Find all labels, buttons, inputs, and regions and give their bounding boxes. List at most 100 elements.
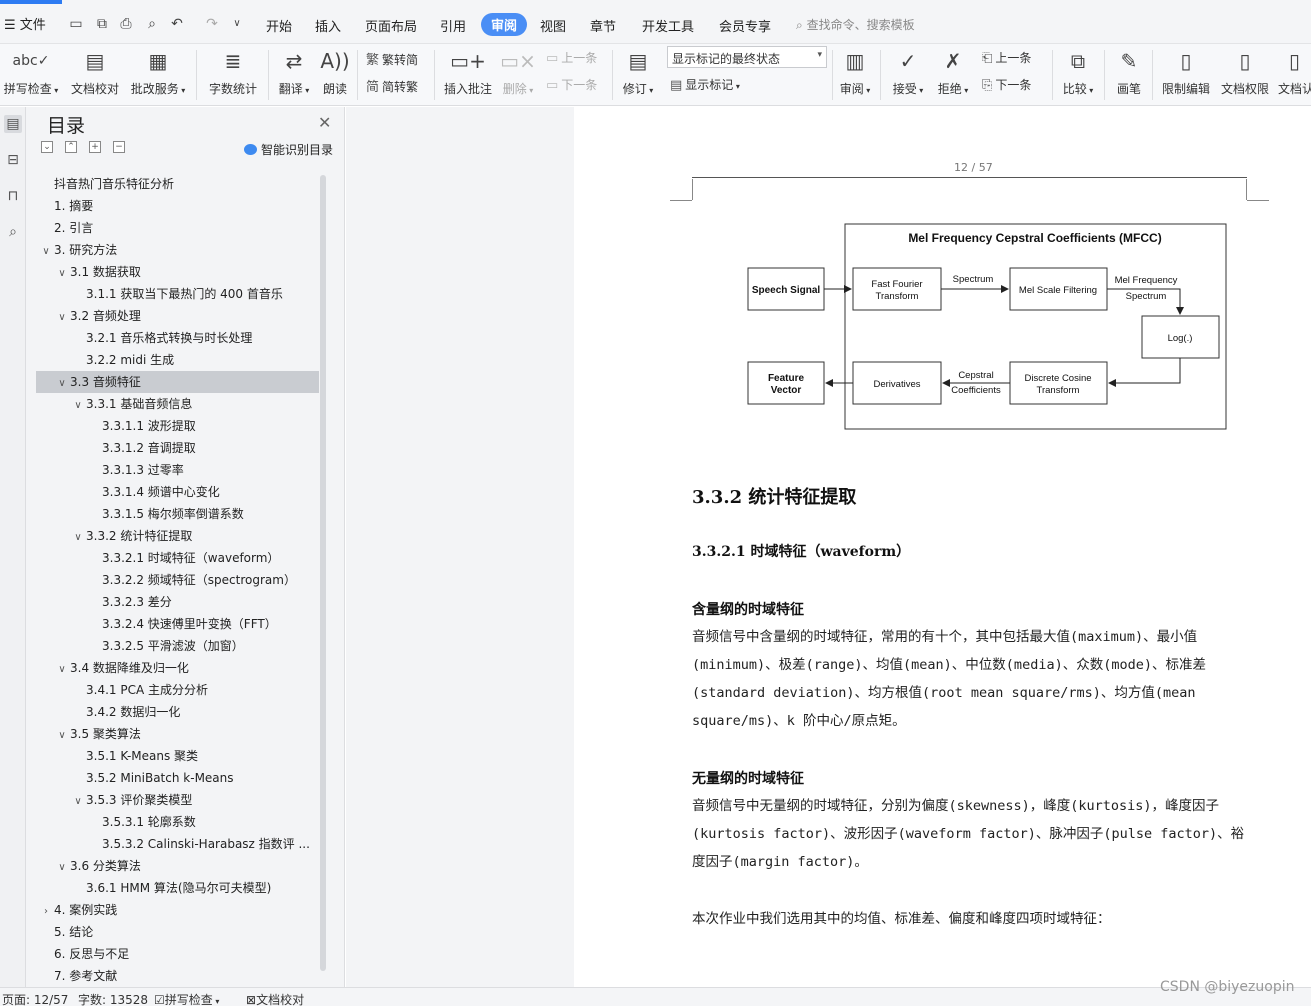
compare-button[interactable]: ⧉ 比较 ▾ bbox=[1060, 48, 1096, 97]
pen-button[interactable]: ✎ 画笔 bbox=[1112, 48, 1146, 97]
show-markup-button[interactable]: ▤ 显示标记 ▾ bbox=[670, 76, 740, 93]
add-heading-icon[interactable]: + bbox=[89, 141, 101, 153]
toc-item[interactable]: 7. 参考文献 bbox=[36, 965, 319, 983]
proofread-status[interactable]: ⊠文档校对 bbox=[246, 991, 304, 1008]
toc-item[interactable]: 3.3.1.3 过零率 bbox=[36, 459, 319, 481]
chevron-down-icon[interactable]: ∨ bbox=[72, 527, 84, 547]
doc-certify-button[interactable]: ▯ 文档认 bbox=[1278, 48, 1311, 97]
chevron-down-icon[interactable]: ∨ bbox=[56, 659, 68, 679]
toc-item[interactable]: 3.1.1 获取当下最热门的 400 首音乐 bbox=[36, 283, 319, 305]
delete-comment-button[interactable]: ▭× 删除 ▾ bbox=[500, 48, 536, 97]
trad-to-simp-button[interactable]: 繁繁转简 bbox=[366, 49, 418, 68]
prev-change-button[interactable]: ⎗ 上一条 bbox=[982, 49, 1031, 66]
chevron-down-icon[interactable]: ∨ bbox=[56, 307, 68, 327]
tab-page-layout[interactable]: 页面布局 bbox=[365, 16, 417, 35]
word-count-button[interactable]: ≣ 字数统计 bbox=[206, 48, 260, 97]
spell-check-button[interactable]: abc✓ 拼写检查 ▾ bbox=[2, 48, 60, 97]
toc-item[interactable]: ∨ 3. 研究方法 bbox=[36, 239, 319, 261]
bookmark-icon[interactable]: ⊓ bbox=[4, 187, 22, 205]
toc-item[interactable]: 3.5.1 K-Means 聚类 bbox=[36, 745, 319, 767]
save-icon[interactable]: ▭ bbox=[67, 16, 85, 32]
toc-item[interactable]: 3.5.3.1 轮廓系数 bbox=[36, 811, 319, 833]
tab-chapter[interactable]: 章节 bbox=[590, 16, 616, 35]
next-comment-button[interactable]: ▭ 下一条 bbox=[546, 76, 597, 93]
toc-item[interactable]: › 4. 案例实践 bbox=[36, 899, 319, 921]
reject-button[interactable]: ✗ 拒绝 ▾ bbox=[935, 48, 971, 97]
doc-proofread-button[interactable]: ▤ 文档校对 bbox=[68, 48, 122, 97]
toc-item[interactable]: 3.3.1.2 音调提取 bbox=[36, 437, 319, 459]
toc-item[interactable]: 3.3.2.4 快速傅里叶变换（FFT） bbox=[36, 613, 319, 635]
tab-review[interactable]: 审阅 bbox=[481, 13, 528, 36]
tab-insert[interactable]: 插入 bbox=[315, 16, 341, 35]
markup-mode-select[interactable]: 显示标记的最终状态 ▾ bbox=[667, 46, 827, 68]
tab-references[interactable]: 引用 bbox=[440, 16, 466, 35]
print-icon[interactable]: ⎙ bbox=[117, 16, 135, 32]
toc-item[interactable]: ∨ 3.5 聚类算法 bbox=[36, 723, 319, 745]
toc-item[interactable]: ∨ 3.2 音频处理 bbox=[36, 305, 319, 327]
toc-item[interactable]: 3.4.2 数据归一化 bbox=[36, 701, 319, 723]
chevron-down-icon[interactable]: ∨ bbox=[56, 373, 68, 393]
chevron-down-icon[interactable]: ∨ bbox=[40, 241, 52, 261]
toc-scrollbar[interactable] bbox=[320, 175, 326, 971]
redo-icon[interactable]: ↷ bbox=[203, 16, 221, 32]
chevron-down-icon[interactable]: ∨ bbox=[72, 791, 84, 811]
read-aloud-button[interactable]: A)) 朗读 bbox=[320, 48, 350, 97]
command-search[interactable]: ⌕ 查找命令、搜索模板 bbox=[796, 16, 915, 33]
tab-home[interactable]: 开始 bbox=[266, 16, 292, 35]
tab-view[interactable]: 视图 bbox=[540, 16, 566, 35]
toc-item[interactable]: ∨ 3.3.1 基础音频信息 bbox=[36, 393, 319, 415]
next-change-button[interactable]: ⎘ 下一条 bbox=[982, 76, 1031, 93]
batch-service-button[interactable]: ▦ 批改服务 ▾ bbox=[128, 48, 188, 97]
toc-item[interactable]: 2. 引言 bbox=[36, 217, 319, 239]
translate-button[interactable]: ⇄ 翻译 ▾ bbox=[276, 48, 312, 97]
toc-item[interactable]: 3.3.2.5 平滑滤波（加窗） bbox=[36, 635, 319, 657]
chevron-right-icon[interactable]: › bbox=[40, 901, 52, 921]
toc-item[interactable]: 3.3.2.3 差分 bbox=[36, 591, 319, 613]
search-icon[interactable]: ⌕ bbox=[4, 223, 22, 241]
chapter-nav-icon[interactable]: ⊟ bbox=[4, 151, 22, 169]
chevron-down-icon[interactable]: ∨ bbox=[56, 725, 68, 745]
toc-item[interactable]: 3.5.2 MiniBatch k-Means bbox=[36, 767, 319, 789]
accept-button[interactable]: ✓ 接受 ▾ bbox=[890, 48, 926, 97]
toc-item[interactable]: 6. 反思与不足 bbox=[36, 943, 319, 965]
track-changes-button[interactable]: ▤ 修订 ▾ bbox=[620, 48, 656, 97]
chevron-down-icon[interactable]: ∨ bbox=[72, 395, 84, 415]
smart-toc-button[interactable]: 智能识别目录 bbox=[244, 141, 333, 158]
toc-item[interactable]: 3.3.1.4 频谱中心变化 bbox=[36, 481, 319, 503]
toc-item[interactable]: 3.3.1.5 梅尔频率倒谱系数 bbox=[36, 503, 319, 525]
toc-item[interactable]: 3.2.2 midi 生成 bbox=[36, 349, 319, 371]
toc-panel-icon[interactable]: ▤ bbox=[4, 115, 22, 133]
word-count-status[interactable]: 字数: 13528 bbox=[78, 991, 148, 1008]
preview-icon[interactable]: ⌕ bbox=[143, 16, 161, 32]
page-status[interactable]: 页面: 12/57 bbox=[2, 991, 68, 1008]
restrict-edit-button[interactable]: ▯ 限制编辑 bbox=[1160, 48, 1212, 97]
toc-item[interactable]: 3.4.1 PCA 主成分分析 bbox=[36, 679, 319, 701]
toc-item[interactable]: ∨ 3.3 音频特征 bbox=[36, 371, 319, 393]
toc-item[interactable]: 3.2.1 音乐格式转换与时长处理 bbox=[36, 327, 319, 349]
simp-to-trad-button[interactable]: 简简转繁 bbox=[366, 76, 418, 95]
toc-item[interactable]: 3.6.1 HMM 算法(隐马尔可夫模型) bbox=[36, 877, 319, 899]
toc-item[interactable]: ∨ 3.6 分类算法 bbox=[36, 855, 319, 877]
spell-check-status[interactable]: ☑拼写检查 ▾ bbox=[154, 991, 219, 1008]
tab-member[interactable]: 会员专享 bbox=[719, 16, 771, 35]
export-icon[interactable]: ⧉ bbox=[93, 16, 111, 32]
toc-item[interactable]: ∨ 3.3.2 统计特征提取 bbox=[36, 525, 319, 547]
toc-item[interactable]: 3.3.1.1 波形提取 bbox=[36, 415, 319, 437]
chevron-down-icon[interactable]: ∨ bbox=[56, 857, 68, 877]
toc-item[interactable]: ∨ 3.5.3 评价聚类模型 bbox=[36, 789, 319, 811]
tab-developer[interactable]: 开发工具 bbox=[642, 16, 694, 35]
toc-item[interactable]: 3.3.2.2 频域特征（spectrogram） bbox=[36, 569, 319, 591]
review-pane-button[interactable]: ▥ 审阅 ▾ bbox=[838, 48, 872, 97]
doc-permission-button[interactable]: ▯ 文档权限 bbox=[1220, 48, 1270, 97]
remove-heading-icon[interactable]: − bbox=[113, 141, 125, 153]
insert-comment-button[interactable]: ▭+ 插入批注 bbox=[442, 48, 494, 97]
toc-item[interactable]: 抖音热门音乐特征分析 bbox=[36, 173, 319, 195]
toc-item[interactable]: 1. 摘要 bbox=[36, 195, 319, 217]
toc-item[interactable]: ∨ 3.1 数据获取 bbox=[36, 261, 319, 283]
quick-access-dropdown-icon[interactable]: ∨ bbox=[228, 16, 246, 32]
undo-icon[interactable]: ↶ bbox=[168, 16, 186, 32]
chevron-down-icon[interactable]: ∨ bbox=[56, 263, 68, 283]
file-menu[interactable]: ☰ 文件 bbox=[4, 14, 46, 33]
toc-item[interactable]: 5. 结论 bbox=[36, 921, 319, 943]
toc-item[interactable]: ∨ 3.4 数据降维及归一化 bbox=[36, 657, 319, 679]
